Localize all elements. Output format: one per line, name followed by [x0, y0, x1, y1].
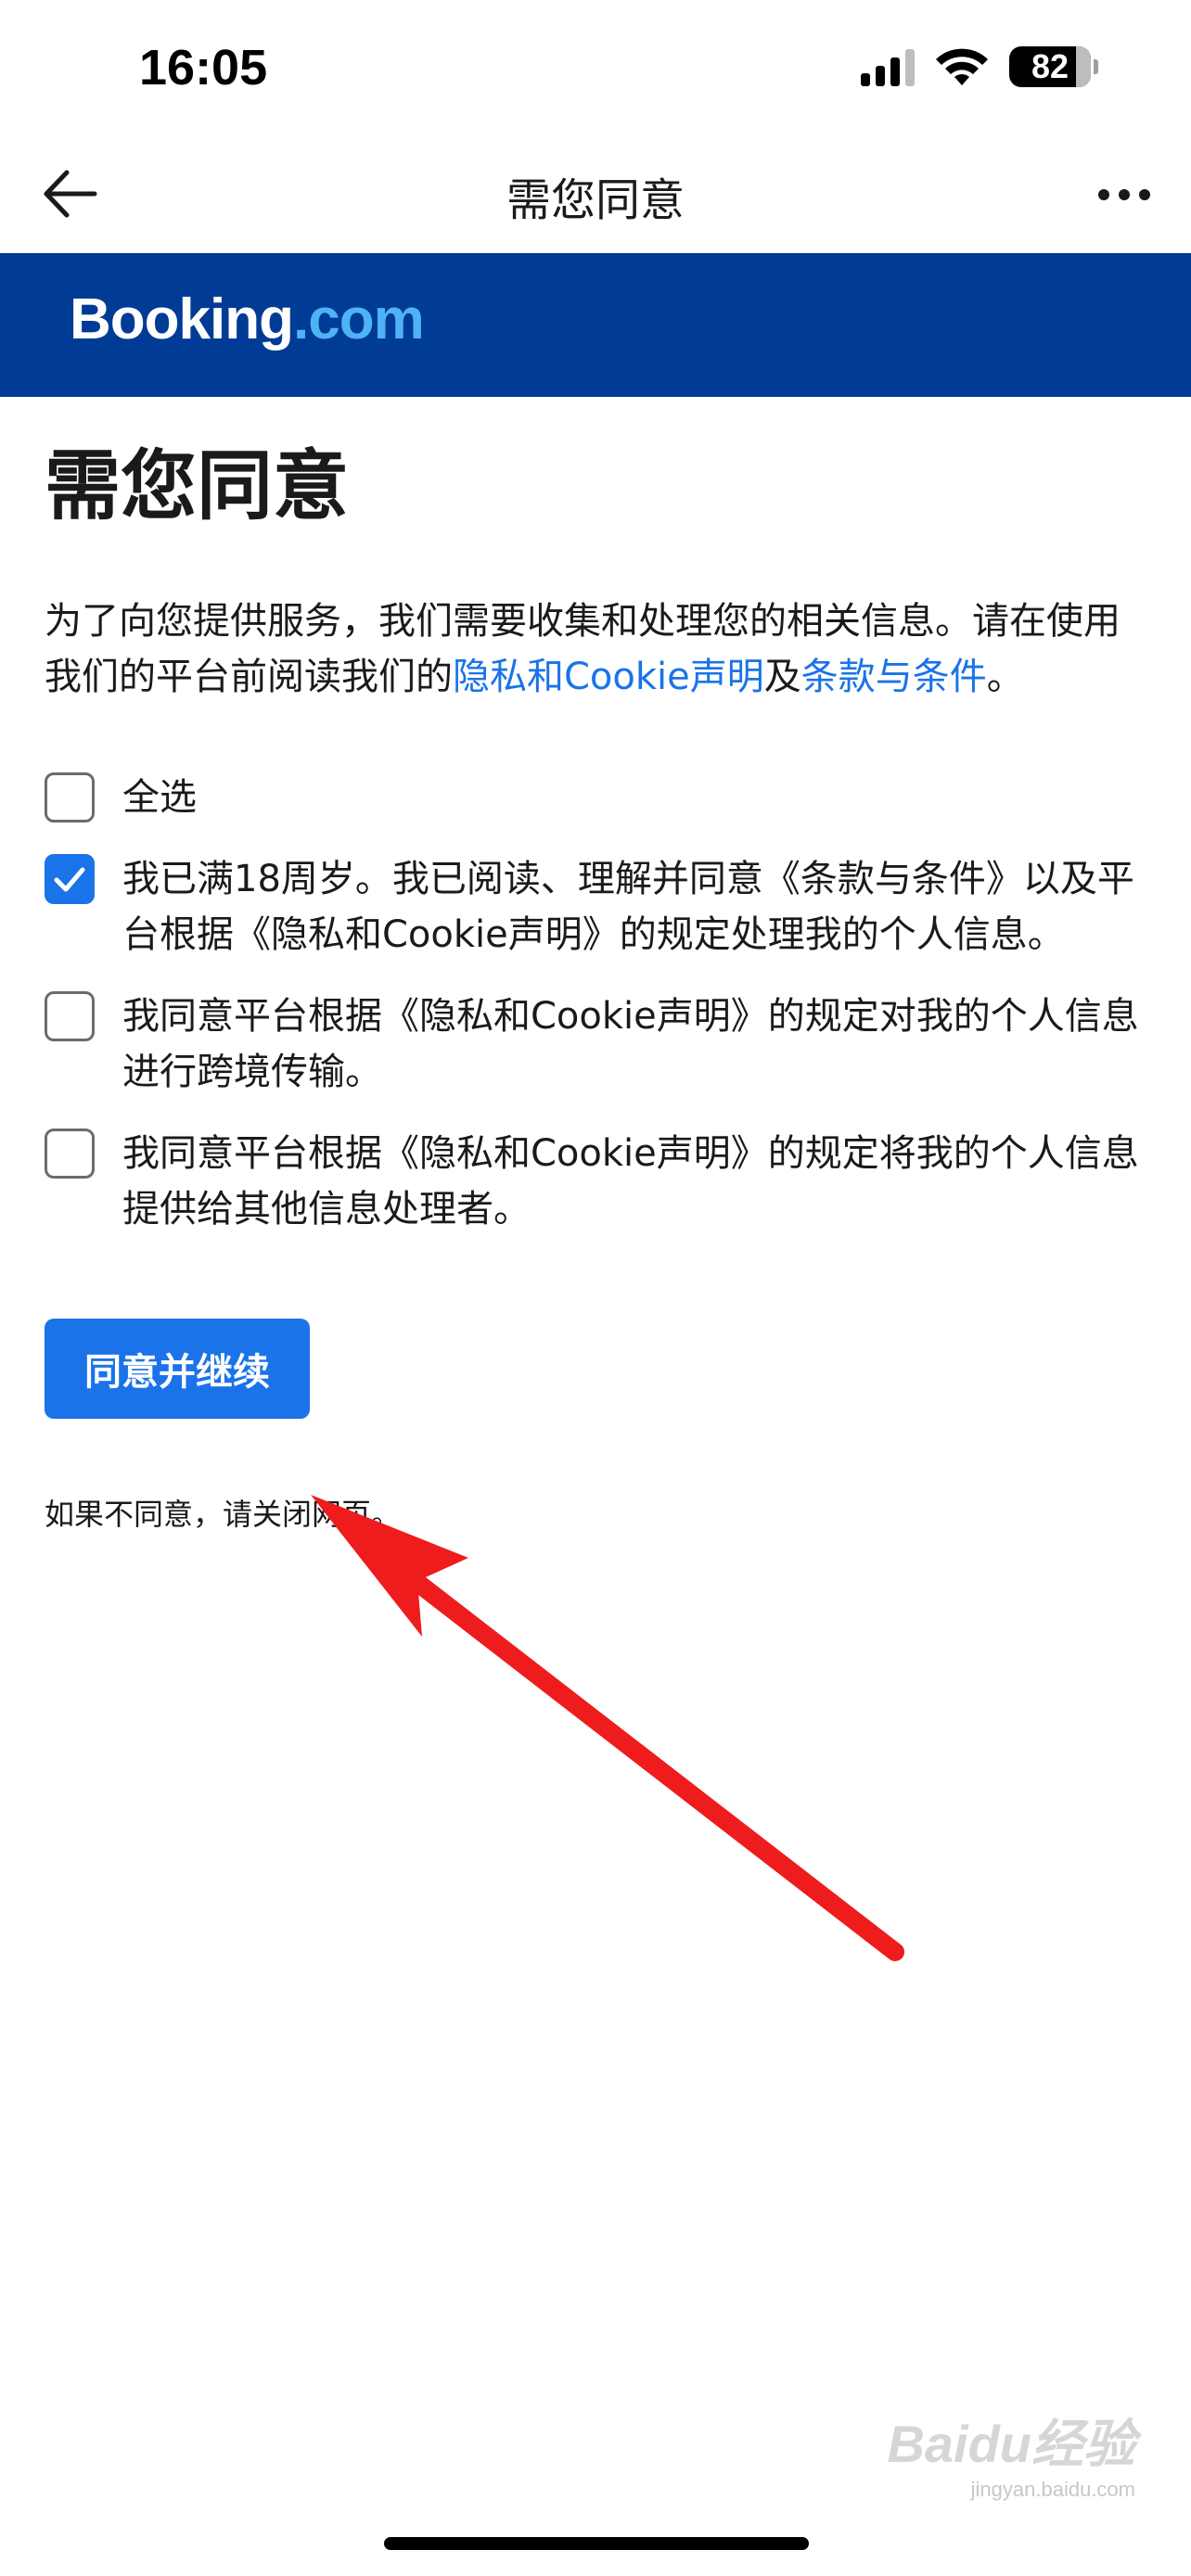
status-bar: 16:05 82 — [0, 0, 1191, 139]
privacy-cookie-link[interactable]: 隐私和Cookie声明 — [453, 656, 764, 698]
status-icons: 82 — [861, 46, 1098, 87]
option-cross-border[interactable]: 我同意平台根据《隐私和Cookie声明》的规定对我的个人信息进行跨境传输。 — [45, 988, 1148, 1100]
disagree-note: 如果不同意，请关闭网页。 — [45, 1497, 402, 1532]
checkmark-icon — [54, 867, 85, 892]
status-time: 16:05 — [139, 40, 268, 96]
option-label: 全选 — [122, 776, 197, 819]
nav-title: 需您同意 — [506, 174, 685, 226]
nav-bar: 需您同意 — [0, 139, 1191, 252]
consent-options: 全选 我已满18周岁。我已阅读、理解并同意《条款与条件》以及平台根据《隐私和Co… — [45, 770, 1148, 1237]
option-label: 我同意平台根据《隐私和Cookie声明》的规定对我的个人信息进行跨境传输。 — [122, 995, 1139, 1093]
wifi-icon — [936, 48, 988, 85]
battery-level: 82 — [1031, 47, 1069, 85]
more-horizontal-icon[interactable] — [1096, 176, 1152, 213]
page-title: 需您同意 — [45, 442, 350, 530]
intro-text: 为了向您提供服务，我们需要收集和处理您的相关信息。请在使用我们的平台前阅读我们的… — [45, 600, 1121, 698]
age-terms-checkbox[interactable] — [45, 854, 95, 904]
terms-link[interactable]: 条款与条件 — [801, 656, 987, 698]
option-label: 我已满18周岁。我已阅读、理解并同意《条款与条件》以及平台根据《隐私和Cooki… — [122, 858, 1134, 956]
consent-content: 需您同意 为了向您提供服务，我们需要收集和处理您的相关信息。请在使用我们的平台前… — [45, 436, 1148, 1534]
watermark-logo: Baidu经验 jingyan.baidu.com — [887, 2415, 1135, 2501]
option-third-party[interactable]: 我同意平台根据《隐私和Cookie声明》的规定将我的个人信息提供给其他信息处理者… — [45, 1126, 1148, 1237]
cross-border-checkbox[interactable] — [45, 991, 95, 1041]
agree-continue-button[interactable]: 同意并继续 — [45, 1319, 310, 1419]
option-age-terms[interactable]: 我已满18周岁。我已阅读、理解并同意《条款与条件》以及平台根据《隐私和Cooki… — [45, 851, 1148, 963]
battery-icon: 82 — [1009, 46, 1098, 87]
option-label: 我同意平台根据《隐私和Cookie声明》的规定将我的个人信息提供给其他信息处理者… — [122, 1132, 1139, 1231]
home-indicator[interactable] — [384, 2537, 809, 2550]
cellular-signal-icon — [861, 47, 915, 86]
brand-header: Booking.com — [0, 253, 1191, 397]
select-all-checkbox[interactable] — [45, 772, 95, 823]
third-party-checkbox[interactable] — [45, 1129, 95, 1179]
option-select-all[interactable]: 全选 — [45, 770, 1148, 825]
booking-logo: Booking.com — [70, 287, 425, 351]
